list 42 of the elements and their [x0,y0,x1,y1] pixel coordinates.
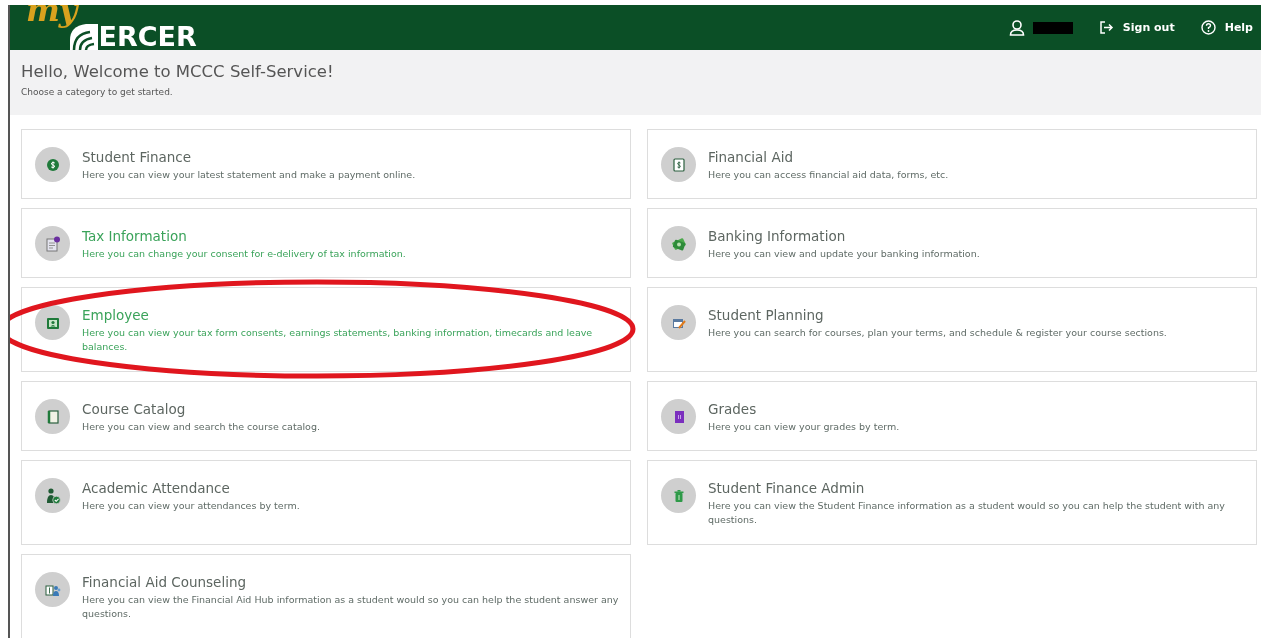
card-description: Here you can view your tax form consents, earnings statements, banking information, timecards and leave balances. [82,326,594,354]
card-description: Here you can change your consent for e-delivery of tax information. [82,247,406,261]
category-card[interactable]: Course Catalog Here you can view and search the course catalog. [21,381,631,451]
category-card[interactable]: Grades Here you can view your grades by term. [647,381,1257,451]
card-title: Course Catalog [82,401,187,417]
category-card[interactable]: Financial Aid Here you can access financial aid data, forms, etc. [647,129,1257,199]
sign-out-link[interactable]: Sign out [1122,21,1175,34]
welcome-heading: Hello, Welcome to MCCC Self-Service! [21,62,335,81]
category-card[interactable]: Student Planning Here you can search for courses, plan your terms, and schedule & register your course sections. [647,287,1257,372]
user-icon[interactable] [1008,19,1025,36]
help-link[interactable]: Help [1224,21,1253,34]
help-icon [1200,20,1216,35]
category-card[interactable]: Student Finance Here you can view your latest statement and make a payment online. [21,129,631,199]
category-card[interactable]: Employee Here you can view your tax form consents, earnings statements, banking information, timecards and leave balances. [21,287,631,372]
category-card[interactable]: Banking Information Here you can view and update your banking information. [647,208,1257,278]
card-description: Here you can access financial aid data, forms, etc. [708,168,949,182]
card-title: Financial Aid [708,149,794,165]
card-title: Financial Aid Counseling [82,574,248,590]
category-card[interactable]: Student Finance Admin Here you can view the Student Finance information as a student would so you can help the student with any questions. [647,460,1257,545]
category-card[interactable]: Academic Attendance Here you can view your attendances by term. [21,460,631,545]
card-description: Here you can view the Financial Aid Hub information as a student would so you can help the student answer any questions. [82,593,620,621]
card-title: Student Finance [82,149,193,165]
logo-text: ERCER [98,24,197,50]
card-description: Here you can view the Student Finance information as a student would so you can help the student with any questions. [708,499,1226,527]
card-description: Here you can search for courses, plan your terms, and schedule & register your course sections. [708,326,1167,340]
card-description: Here you can view your grades by term. [708,420,900,434]
card-title: Banking Information [708,228,847,244]
card-title: Employee [82,307,150,323]
card-title: Student Planning [708,307,825,323]
card-title: Grades [708,401,758,417]
category-card[interactable]: Financial Aid Counseling Here you can view the Financial Aid Hub information as a student would so you can help the student answer any questions. [21,554,631,638]
card-title: Tax Information [82,228,188,244]
tax-document-icon [43,234,62,253]
category-card[interactable]: Tax Information Here you can change your consent for e-delivery of tax information. [21,208,631,278]
card-description: Here you can view your attendances by term. [82,499,300,513]
card-title: Academic Attendance [82,480,231,496]
card-description: Here you can view your latest statement and make a payment online. [82,168,416,182]
sign-out-icon [1098,21,1114,34]
card-description: Here you can view and update your banking information. [708,247,980,261]
welcome-subtitle: Choose a category to get started. [21,87,174,97]
card-title: Student Finance Admin [708,480,866,496]
card-description: Here you can view and search the course catalog. [82,420,320,434]
